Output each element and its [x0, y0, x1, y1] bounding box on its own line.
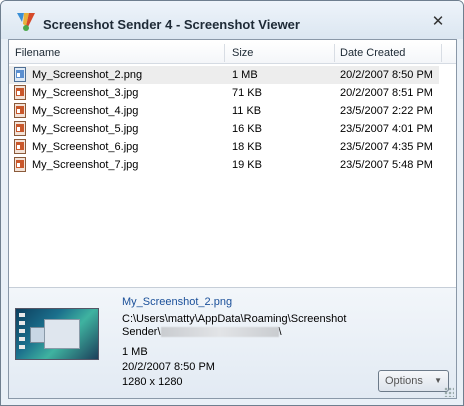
jpg-file-icon: [14, 103, 26, 118]
file-date: 23/5/2007 4:01 PM: [340, 123, 433, 135]
close-button[interactable]: ✕: [427, 13, 449, 31]
file-list: My_Screenshot_2.png 1 MB 20/2/2007 8:50 …: [9, 66, 456, 174]
path-prefix: Sender\: [122, 326, 161, 338]
column-divider[interactable]: [441, 44, 442, 62]
jpg-file-icon: [14, 157, 26, 172]
preview-path-line2: Sender\ \: [122, 326, 282, 338]
file-date: 23/5/2007 5:48 PM: [340, 159, 433, 171]
options-button[interactable]: Options ▼: [378, 370, 449, 392]
file-date: 23/5/2007 2:22 PM: [340, 105, 433, 117]
table-row[interactable]: My_Screenshot_7.jpg 19 KB 23/5/2007 5:48…: [9, 156, 456, 174]
jpg-file-icon: [14, 85, 26, 100]
file-size: 19 KB: [232, 159, 262, 171]
column-header-date-created[interactable]: Date Created: [340, 42, 405, 64]
options-label: Options: [385, 375, 423, 387]
file-size: 1 MB: [232, 69, 258, 81]
table-row[interactable]: My_Screenshot_4.jpg 11 KB 23/5/2007 2:22…: [9, 102, 456, 120]
file-date: 20/2/2007 8:50 PM: [340, 69, 433, 81]
preview-path-line1: C:\Users\matty\AppData\Roaming\Screensho…: [122, 313, 347, 325]
desktop-icons: [19, 313, 25, 353]
screenshot-viewer-window: Screenshot Sender 4 - Screenshot Viewer …: [0, 0, 464, 406]
file-name: My_Screenshot_4.jpg: [32, 105, 139, 117]
column-header-filename[interactable]: Filename: [15, 42, 60, 64]
jpg-file-icon: [14, 139, 26, 154]
preview-pane: My_Screenshot_2.png C:\Users\matty\AppDa…: [9, 288, 456, 398]
file-name: My_Screenshot_5.jpg: [32, 123, 139, 135]
column-header-size[interactable]: Size: [232, 42, 253, 64]
close-icon: ✕: [431, 13, 445, 30]
file-name: My_Screenshot_7.jpg: [32, 159, 139, 171]
column-divider[interactable]: [224, 44, 225, 62]
table-row[interactable]: My_Screenshot_2.png 1 MB 20/2/2007 8:50 …: [9, 66, 439, 84]
thumbnail-window: [44, 319, 80, 349]
file-name: My_Screenshot_2.png: [32, 69, 143, 81]
redacted-path-segment: [160, 327, 279, 338]
file-size: 16 KB: [232, 123, 262, 135]
table-row[interactable]: My_Screenshot_3.jpg 71 KB 20/2/2007 8:51…: [9, 84, 456, 102]
file-date: 23/5/2007 4:35 PM: [340, 141, 433, 153]
file-size: 18 KB: [232, 141, 262, 153]
file-size: 11 KB: [232, 105, 262, 117]
file-list-header: Filename Size Date Created: [9, 42, 456, 64]
file-name: My_Screenshot_3.jpg: [32, 87, 139, 99]
file-size: 71 KB: [232, 87, 262, 99]
file-name: My_Screenshot_6.jpg: [32, 141, 139, 153]
content-panel: Filename Size Date Created My_Screenshot…: [8, 39, 457, 399]
preview-dimensions: 1280 x 1280: [122, 376, 183, 388]
dropdown-arrow-icon: ▼: [434, 376, 442, 385]
table-row[interactable]: My_Screenshot_6.jpg 18 KB 23/5/2007 4:35…: [9, 138, 456, 156]
path-suffix: \: [278, 326, 282, 338]
column-divider[interactable]: [334, 44, 335, 62]
preview-filename-link[interactable]: My_Screenshot_2.png: [122, 296, 232, 308]
app-logo-icon: [17, 13, 35, 31]
window-title: Screenshot Sender 4 - Screenshot Viewer: [43, 17, 300, 32]
preview-size: 1 MB: [122, 346, 148, 358]
resize-grip-icon[interactable]: [444, 387, 454, 397]
file-date: 20/2/2007 8:51 PM: [340, 87, 433, 99]
title-bar[interactable]: Screenshot Sender 4 - Screenshot Viewer …: [1, 1, 463, 39]
jpg-file-icon: [14, 121, 26, 136]
screenshot-thumbnail[interactable]: [15, 308, 99, 360]
png-file-icon: [14, 67, 26, 82]
preview-date: 20/2/2007 8:50 PM: [122, 361, 215, 373]
table-row[interactable]: My_Screenshot_5.jpg 16 KB 23/5/2007 4:01…: [9, 120, 456, 138]
